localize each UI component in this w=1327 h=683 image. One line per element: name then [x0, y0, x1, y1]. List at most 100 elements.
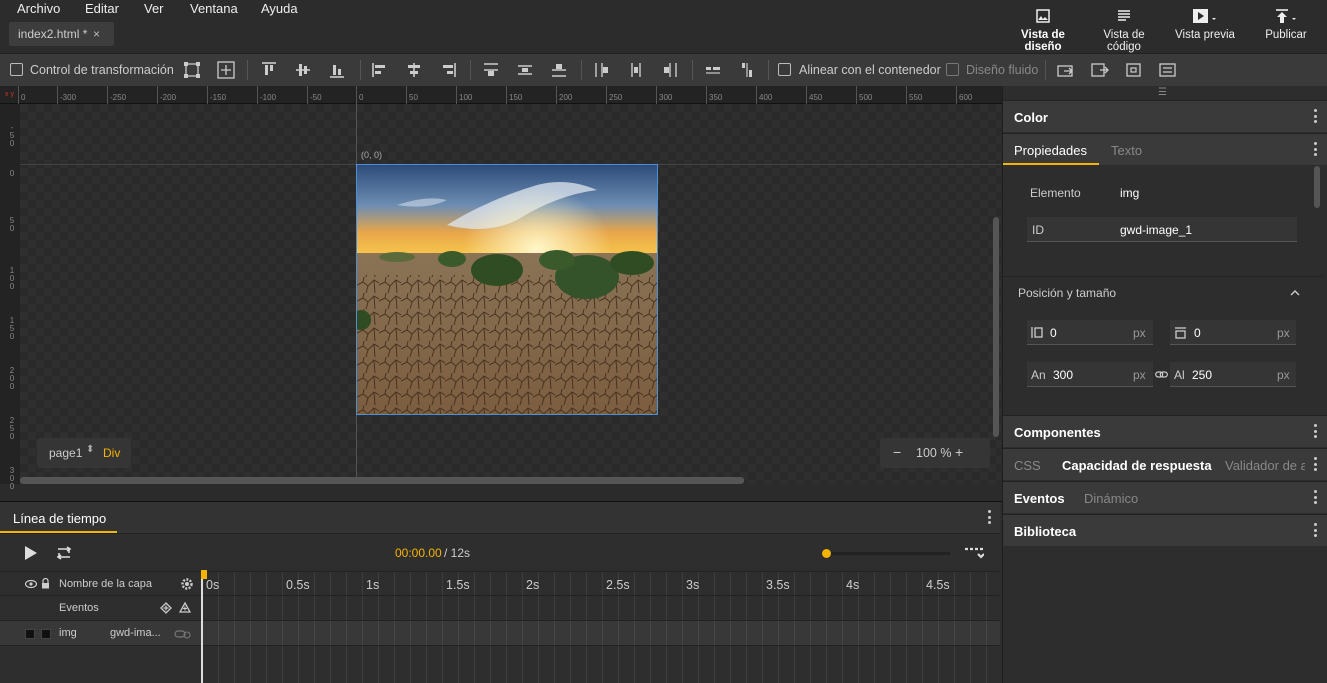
gear-icon[interactable]: [180, 577, 194, 591]
page-selector[interactable]: page1 ⬍ Div: [37, 438, 131, 468]
left-value: 0: [1050, 326, 1057, 340]
timeline-zoom-slider[interactable]: [822, 549, 950, 558]
tab-texto[interactable]: Texto: [1111, 143, 1142, 158]
timeline-zoom-handle[interactable]: [822, 549, 831, 558]
align-bottom-icon[interactable]: [328, 61, 346, 79]
distribute-middle-icon[interactable]: [516, 61, 534, 79]
library-menu-icon[interactable]: [1314, 523, 1318, 539]
design-view-button[interactable]: Vista de diseño: [1004, 8, 1082, 53]
lock-icon[interactable]: [41, 578, 50, 589]
menu-ventana[interactable]: Ventana: [190, 1, 238, 16]
playhead-line[interactable]: [201, 570, 203, 683]
play-icon[interactable]: [24, 545, 38, 561]
move-tool-icon[interactable]: [217, 61, 235, 79]
add-event-icon[interactable]: [160, 602, 172, 614]
zoom-value[interactable]: 100 %: [916, 446, 951, 460]
menu-editar[interactable]: Editar: [85, 1, 119, 16]
layer-visibility-toggle[interactable]: [25, 629, 35, 639]
properties-menu-icon[interactable]: [1314, 142, 1318, 158]
code-view-button[interactable]: Vista de código: [1085, 8, 1163, 53]
layer-row[interactable]: img gwd-ima...: [0, 621, 1000, 646]
align-top-icon[interactable]: [260, 61, 278, 79]
space-horizontal-icon[interactable]: [704, 61, 722, 79]
align-container-checkbox[interactable]: [778, 63, 791, 76]
group-icon[interactable]: [1158, 61, 1178, 79]
transform-bounds-icon[interactable]: [183, 61, 201, 79]
current-time[interactable]: 00:00.00: [395, 546, 442, 560]
canvas-vertical-scrollbar[interactable]: [993, 217, 999, 437]
convert-icon[interactable]: [1056, 61, 1076, 79]
color-section-header[interactable]: Color: [1003, 100, 1327, 132]
events-tabs: Eventos Dinámico: [1003, 481, 1327, 513]
layer-lock-toggle[interactable]: [41, 629, 51, 639]
properties-tabs: Propiedades Texto: [1003, 133, 1327, 165]
close-tab-icon[interactable]: ×: [93, 27, 100, 41]
ruler-tick: 300: [9, 466, 15, 491]
stage-image[interactable]: [356, 164, 658, 415]
tab-validator[interactable]: Validador de a: [1225, 458, 1305, 473]
export-icon[interactable]: [1090, 61, 1110, 79]
timeline-tab[interactable]: Línea de tiempo: [13, 511, 106, 526]
distribute-right-icon[interactable]: [661, 61, 679, 79]
playhead-handle[interactable]: [201, 570, 207, 579]
distribute-left-icon[interactable]: [593, 61, 611, 79]
panel-drag-handle[interactable]: ☰: [1158, 87, 1167, 98]
canvas-horizontal-scrollbar[interactable]: [20, 477, 744, 484]
distribute-center-icon[interactable]: [627, 61, 645, 79]
width-value: 300: [1053, 368, 1074, 382]
layer-link-icon[interactable]: [174, 628, 192, 640]
tab-dinamico[interactable]: Dinámico: [1084, 491, 1138, 506]
distribute-top-icon[interactable]: [482, 61, 500, 79]
space-vertical-icon[interactable]: [738, 61, 756, 79]
align-middle-icon[interactable]: [294, 61, 312, 79]
file-tab[interactable]: index2.html * ×: [9, 22, 114, 46]
menu-archivo[interactable]: Archivo: [17, 1, 60, 16]
components-menu-icon[interactable]: [1314, 424, 1318, 440]
timeline-menu-icon[interactable]: [988, 510, 992, 526]
align-right-icon[interactable]: [439, 61, 457, 79]
align-center-icon[interactable]: [405, 61, 423, 79]
zoom-control: − 100 % +: [880, 438, 990, 468]
events-menu-icon[interactable]: [1314, 490, 1318, 506]
add-label-icon[interactable]: [179, 602, 191, 614]
eye-icon[interactable]: [25, 579, 37, 589]
ruler-top: x y 0 -300 -250 -200 -150 -100 -50 0 50 …: [0, 86, 1002, 104]
menu-ayuda[interactable]: Ayuda: [261, 1, 298, 16]
ruler-tick: 350: [705, 86, 723, 104]
layer-type: img: [59, 627, 77, 639]
panel-scrollbar[interactable]: [1314, 166, 1320, 208]
ruler-tick: 0: [355, 86, 364, 104]
top-position-field[interactable]: 0 px: [1170, 320, 1296, 345]
tab-css[interactable]: CSS: [1014, 458, 1041, 473]
zoom-in-button[interactable]: +: [955, 444, 963, 460]
components-section-header[interactable]: Componentes: [1003, 415, 1327, 447]
fluid-layout-checkbox[interactable]: [946, 63, 959, 76]
link-icon[interactable]: [1155, 370, 1168, 379]
transform-control-checkbox[interactable]: [10, 63, 23, 76]
menu-ver[interactable]: Ver: [144, 1, 164, 16]
css-menu-icon[interactable]: [1314, 457, 1318, 473]
distribute-bottom-icon[interactable]: [550, 61, 568, 79]
publish-button[interactable]: Publicar: [1258, 8, 1314, 41]
left-position-field[interactable]: 0 px: [1027, 320, 1153, 345]
height-label: Al: [1174, 368, 1185, 382]
tab-responsive[interactable]: Capacidad de respuesta: [1062, 458, 1212, 473]
preview-button[interactable]: Vista previa: [1172, 8, 1238, 41]
color-menu-icon[interactable]: [1314, 109, 1318, 125]
element-row: Elemento img: [1027, 180, 1297, 205]
position-section-title[interactable]: Posición y tamaño: [1018, 286, 1116, 300]
code-lines-icon: [1118, 10, 1130, 21]
height-field[interactable]: Al 250 px: [1170, 362, 1296, 387]
id-field[interactable]: ID gwd-image_1: [1027, 217, 1297, 242]
loop-icon[interactable]: [54, 546, 74, 560]
wrap-icon[interactable]: [1124, 61, 1144, 79]
library-section-header[interactable]: Biblioteca: [1003, 514, 1327, 546]
width-field[interactable]: An 300 px: [1027, 362, 1153, 387]
align-left-icon[interactable]: [371, 61, 389, 79]
tab-eventos[interactable]: Eventos: [1014, 491, 1065, 506]
timeline-options-icon[interactable]: [964, 547, 984, 559]
ruler-tick: 450: [805, 86, 823, 104]
zoom-out-button[interactable]: −: [893, 444, 901, 460]
tab-propiedades[interactable]: Propiedades: [1014, 143, 1087, 158]
chevron-up-icon[interactable]: [1290, 289, 1300, 296]
